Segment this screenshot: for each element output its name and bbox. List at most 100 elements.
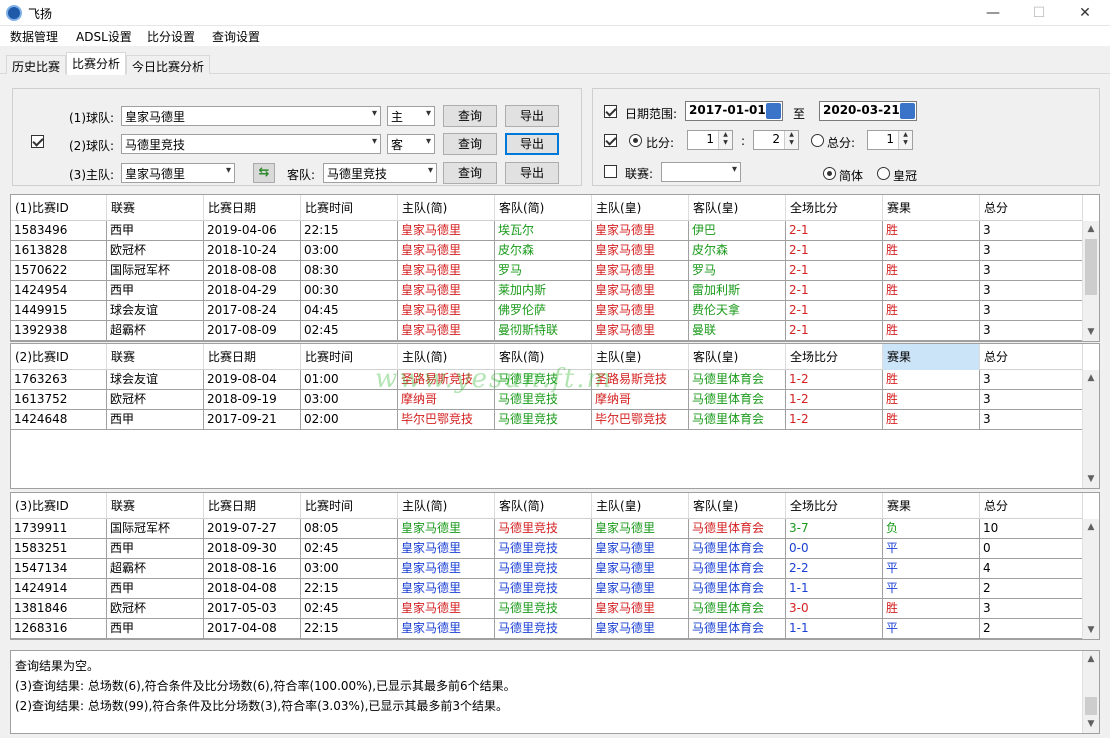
table-row[interactable]: 1424648 西甲 2017-09-21 02:00 毕尔巴鄂竞技 马德里竞技 毕尔巴鄂竞… <box>11 410 1083 430</box>
total-radio[interactable] <box>811 134 824 147</box>
grid-scrollbar[interactable]: ▲ ▼ <box>1082 221 1099 341</box>
simplified-radio[interactable] <box>823 167 836 180</box>
team-query-checkbox[interactable] <box>31 135 44 148</box>
column-header-match-id[interactable]: (1)比赛ID <box>11 195 107 221</box>
score-filter-checkbox[interactable] <box>604 134 617 147</box>
results-grid-1[interactable]: (1)比赛ID 联赛 比赛日期 比赛时间 主队(简) 客队(简) 主队(皇) 客队(皇) 全场比… <box>10 194 1100 342</box>
menu-adsl-settings[interactable]: ADSL设置 <box>76 28 132 45</box>
table-row[interactable]: 1268316 西甲 2017-04-08 22:15 皇家马德里 马德里竞技 皇家马德里马… <box>11 619 1083 639</box>
menu-data-management[interactable]: 数据管理 <box>10 28 58 45</box>
maximize-button[interactable]: ☐ <box>1016 0 1062 26</box>
spinner-arrows-icon[interactable]: ▲ ▼ <box>898 131 912 149</box>
column-header-total[interactable]: 总分 <box>980 493 1083 519</box>
scroll-up-icon[interactable]: ▲ <box>1083 370 1099 387</box>
team1-export-button[interactable]: 导出 <box>505 105 559 127</box>
table-row[interactable]: 1570622 国际冠军杯 2018-08-08 08:30 皇家马德里 罗马 皇家马德里罗… <box>11 261 1083 281</box>
team1-combo[interactable]: 皇家马德里 ▾ <box>121 106 381 126</box>
column-header-match-date[interactable]: 比赛日期 <box>204 195 301 221</box>
table-row[interactable]: 1583496 西甲 2019-04-06 22:15 皇家马德里 埃瓦尔 皇家马德里 伊巴 2… <box>11 221 1083 241</box>
column-header-match-date[interactable]: 比赛日期 <box>204 344 301 370</box>
column-header-away-simp[interactable]: 客队(简) <box>495 195 592 221</box>
scroll-down-icon[interactable]: ▼ <box>1083 471 1099 488</box>
scroll-down-icon[interactable]: ▼ <box>1083 324 1099 341</box>
column-header-league[interactable]: 联赛 <box>107 195 204 221</box>
column-header-match-id[interactable]: (2)比赛ID <box>11 344 107 370</box>
column-header-full-score[interactable]: 全场比分 <box>786 344 883 370</box>
grid-scrollbar[interactable]: ▲ ▼ <box>1082 370 1099 488</box>
column-header-home-simp[interactable]: 主队(简) <box>398 195 495 221</box>
menu-score-settings[interactable]: 比分设置 <box>147 28 195 45</box>
team2-query-button[interactable]: 查询 <box>443 133 497 155</box>
away-team-combo[interactable]: 马德里竞技 ▾ <box>323 163 437 183</box>
column-header-home-simp[interactable]: 主队(简) <box>398 493 495 519</box>
spinner-arrows-icon[interactable]: ▲ ▼ <box>718 131 732 149</box>
table-row[interactable]: 1381846 欧冠杯 2017-05-03 02:45 皇家马德里 马德里竞技 皇家马德里… <box>11 599 1083 619</box>
log-scrollbar[interactable]: ▲ ▼ <box>1082 651 1099 733</box>
scroll-down-icon[interactable]: ▼ <box>1083 716 1099 733</box>
column-header-away-crown[interactable]: 客队(皇) <box>689 195 786 221</box>
table-row[interactable]: 1739911 国际冠军杯 2019-07-27 08:05 皇家马德里 马德里竞技 皇家马… <box>11 519 1083 539</box>
column-header-total[interactable]: 总分 <box>980 195 1083 221</box>
results-grid-3[interactable]: (3)比赛ID 联赛 比赛日期 比赛时间 主队(简) 客队(简) 主队(皇) 客队(皇) 全场比… <box>10 492 1100 640</box>
column-header-away-crown[interactable]: 客队(皇) <box>689 344 786 370</box>
tab-history[interactable]: 历史比赛 <box>6 55 67 74</box>
league-filter-checkbox[interactable] <box>604 165 617 178</box>
home-team-combo[interactable]: 皇家马德里 ▾ <box>121 163 235 183</box>
column-header-home-crown[interactable]: 主队(皇) <box>592 195 689 221</box>
table-row[interactable]: 1424954 西甲 2018-04-29 00:30 皇家马德里 莱加内斯 皇家马德里 雷加… <box>11 281 1083 301</box>
score-away-spinner[interactable]: 2 ▲ ▼ <box>753 130 799 150</box>
column-header-total[interactable]: 总分 <box>980 344 1083 370</box>
swap-teams-icon[interactable]: ⇆ <box>253 163 275 183</box>
calendar-icon[interactable] <box>766 103 781 119</box>
team2-combo[interactable]: 马德里竞技 ▾ <box>121 134 381 154</box>
date-to-field[interactable]: 2020-03-21 <box>819 101 917 121</box>
tab-match-analysis[interactable]: 比赛分析 <box>66 52 127 75</box>
column-header-league[interactable]: 联赛 <box>107 344 204 370</box>
column-header-away-simp[interactable]: 客队(简) <box>495 493 592 519</box>
scroll-down-icon[interactable]: ▼ <box>1083 622 1099 639</box>
date-range-checkbox[interactable] <box>604 105 617 118</box>
home-away-query-button[interactable]: 查询 <box>443 162 497 184</box>
column-header-match-id[interactable]: (3)比赛ID <box>11 493 107 519</box>
table-row[interactable]: 1547134 超霸杯 2018-08-16 03:00 皇家马德里 马德里竞技 皇家马德里… <box>11 559 1083 579</box>
total-spinner[interactable]: 1 ▲ ▼ <box>867 130 913 150</box>
table-row[interactable]: 1392938 超霸杯 2017-08-09 02:45 皇家马德里 曼彻斯特联 皇家马德里… <box>11 321 1083 341</box>
tab-today-analysis[interactable]: 今日比赛分析 <box>126 55 211 74</box>
column-header-result[interactable]: 赛果 <box>883 493 980 519</box>
table-row[interactable]: 1424914 西甲 2018-04-08 22:15 皇家马德里 马德里竞技 皇家马德里马… <box>11 579 1083 599</box>
scroll-up-icon[interactable]: ▲ <box>1083 519 1099 536</box>
crown-radio[interactable] <box>877 167 890 180</box>
column-header-full-score[interactable]: 全场比分 <box>786 493 883 519</box>
table-row[interactable]: 1449915 球会友谊 2017-08-24 04:45 皇家马德里 佛罗伦萨 皇家马德里… <box>11 301 1083 321</box>
scroll-up-icon[interactable]: ▲ <box>1083 221 1099 238</box>
menu-query-settings[interactable]: 查询设置 <box>212 28 260 45</box>
score-radio[interactable] <box>629 134 642 147</box>
scroll-thumb[interactable] <box>1085 697 1097 715</box>
spinner-arrows-icon[interactable]: ▲ ▼ <box>784 131 798 149</box>
team1-query-button[interactable]: 查询 <box>443 105 497 127</box>
scroll-up-icon[interactable]: ▲ <box>1083 651 1099 668</box>
column-header-full-score[interactable]: 全场比分 <box>786 195 883 221</box>
team2-side-select[interactable]: 客 ▾ <box>387 134 435 154</box>
score-home-spinner[interactable]: 1 ▲ ▼ <box>687 130 733 150</box>
column-header-league[interactable]: 联赛 <box>107 493 204 519</box>
column-header-away-crown[interactable]: 客队(皇) <box>689 493 786 519</box>
team2-export-button[interactable]: 导出 <box>505 133 559 155</box>
grid-scrollbar[interactable]: ▲ ▼ <box>1082 519 1099 639</box>
date-from-field[interactable]: 2017-01-01 <box>685 101 783 121</box>
minimize-button[interactable]: — <box>970 0 1016 26</box>
league-select[interactable]: ▾ <box>661 162 741 182</box>
column-header-match-date[interactable]: 比赛日期 <box>204 493 301 519</box>
close-button[interactable]: ✕ <box>1062 0 1108 26</box>
calendar-icon[interactable] <box>900 103 915 119</box>
column-header-match-time[interactable]: 比赛时间 <box>301 493 398 519</box>
scroll-thumb[interactable] <box>1085 239 1097 295</box>
table-row[interactable]: 1583251 西甲 2018-09-30 02:45 皇家马德里 马德里竞技 皇家马德里马… <box>11 539 1083 559</box>
table-row[interactable]: 1613828 欧冠杯 2018-10-24 03:00 皇家马德里 皮尔森 皇家马德里 皮尔… <box>11 241 1083 261</box>
column-header-result[interactable]: 赛果 <box>883 344 980 370</box>
team1-side-select[interactable]: 主 ▾ <box>387 106 435 126</box>
home-away-export-button[interactable]: 导出 <box>505 162 559 184</box>
column-header-result[interactable]: 赛果 <box>883 195 980 221</box>
column-header-match-time[interactable]: 比赛时间 <box>301 195 398 221</box>
column-header-home-crown[interactable]: 主队(皇) <box>592 493 689 519</box>
